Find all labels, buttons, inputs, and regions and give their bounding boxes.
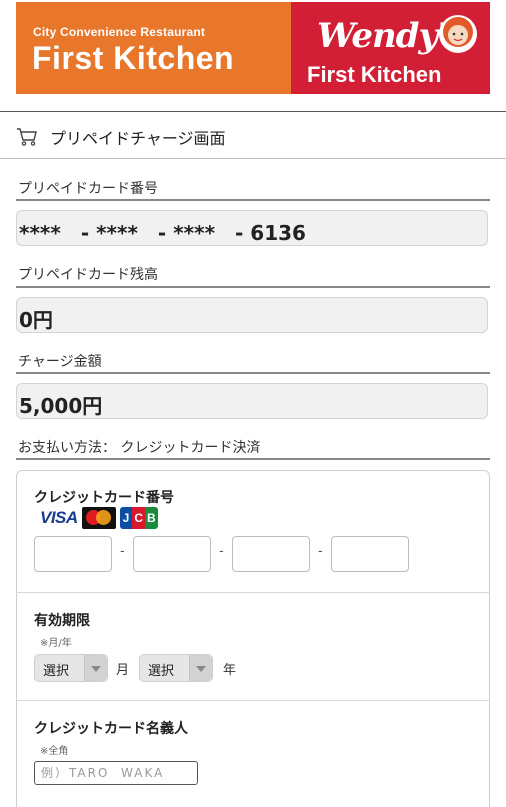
wendys-first-kitchen-banner[interactable]: Wendy's First Kitchen (291, 2, 490, 94)
card-number-section-title: クレジットカード番号 (34, 490, 174, 506)
form-divider (16, 700, 490, 701)
holder-name-note: ※全角 (40, 746, 69, 757)
cart-icon (17, 128, 37, 146)
charge-amount-field: 5,000円 (16, 383, 488, 419)
jcb-logo-icon: JCB (119, 507, 158, 529)
card-brand-logos: VISA JCB (40, 507, 158, 529)
balance-label: プリペイドカード残高 (18, 267, 158, 283)
visa-logo-icon: VISA (40, 508, 78, 527)
charge-amount-rule (16, 372, 490, 374)
chevron-down-icon (84, 655, 107, 681)
expiry-year-select-value: 選択 (148, 664, 175, 679)
year-unit: 年 (223, 663, 237, 678)
expiry-year-select[interactable]: 選択 (139, 654, 213, 682)
fk-tagline: City Convenience Restaurant (33, 25, 206, 39)
holder-name-input[interactable] (34, 761, 198, 785)
first-kitchen-banner[interactable]: City Convenience Restaurant First Kitche… (16, 2, 291, 94)
holder-name-label: クレジットカード名義人 (34, 721, 188, 737)
expiry-label: 有効期限 (34, 613, 90, 629)
wendys-sub-brand: First Kitchen (307, 62, 442, 87)
title-divider (0, 158, 506, 159)
card-number-field: **** - **** - **** - 6136 (16, 210, 488, 246)
header-banners: City Convenience Restaurant First Kitche… (16, 2, 490, 94)
header-divider (0, 111, 506, 112)
card-number-input-4[interactable] (331, 536, 409, 572)
page-title-row: プリペイドチャージ画面 (16, 126, 226, 148)
wendys-logo-icon (439, 15, 477, 53)
card-number-separator: - (120, 544, 125, 559)
mastercard-logo-icon (81, 507, 116, 529)
month-unit: 月 (116, 663, 130, 678)
charge-amount-value: 5,000円 (19, 394, 103, 418)
page-title: プリペイドチャージ画面 (50, 129, 226, 148)
card-number-input-2[interactable] (133, 536, 211, 572)
expiry-month-select-value: 選択 (43, 664, 70, 679)
card-number-separator: - (318, 544, 323, 559)
card-number-input-3[interactable] (232, 536, 310, 572)
expiry-note: ※月/年 (40, 638, 72, 649)
balance-value: 0円 (19, 308, 53, 332)
balance-rule (16, 286, 490, 288)
balance-field: 0円 (16, 297, 488, 333)
expiry-month-select[interactable]: 選択 (34, 654, 108, 682)
card-number-value: **** - **** - **** - 6136 (19, 221, 306, 245)
card-number-label: プリペイドカード番号 (18, 181, 158, 197)
payment-method-rule (16, 458, 490, 460)
chevron-down-icon (189, 655, 212, 681)
card-number-input-1[interactable] (34, 536, 112, 572)
fk-brand: First Kitchen (32, 40, 235, 76)
card-number-rule (16, 199, 490, 201)
card-number-separator: - (219, 544, 224, 559)
form-divider (16, 592, 490, 593)
charge-amount-label: チャージ金額 (18, 354, 102, 370)
payment-method-label: お支払い方法： クレジットカード決済 (18, 440, 261, 456)
